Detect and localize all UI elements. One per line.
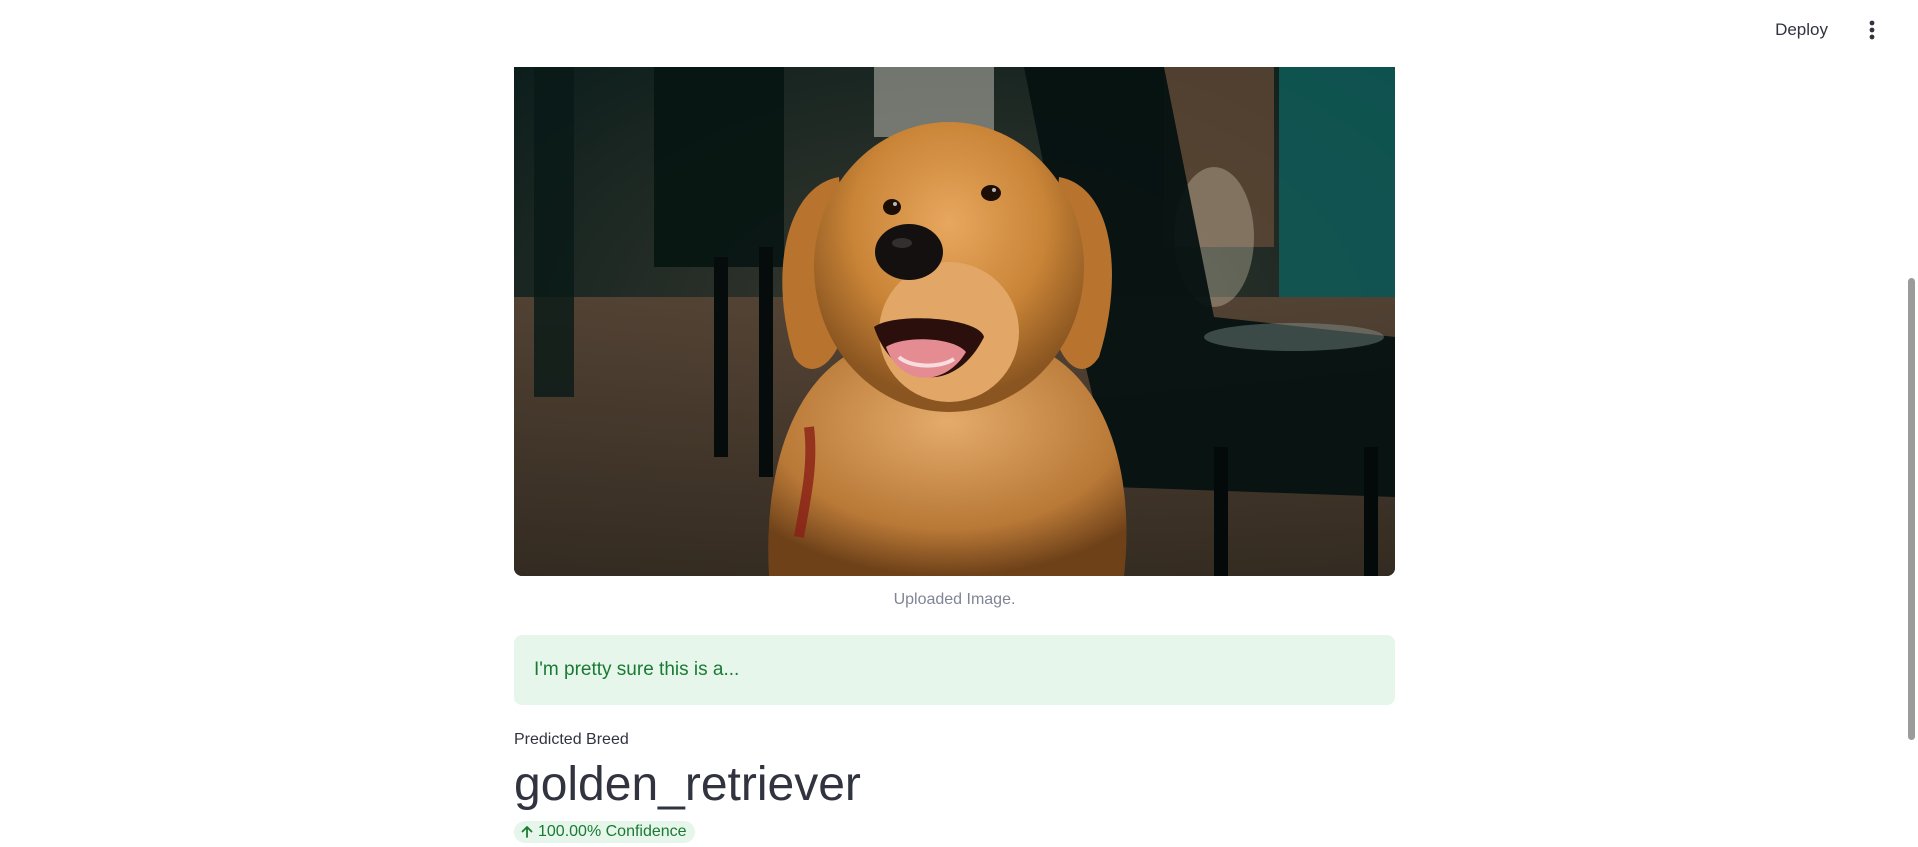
app-root: Deploy Uploaded Image. I'm pretty sure t… <box>0 0 1918 847</box>
metric-value: golden_retriever <box>514 758 861 811</box>
main-menu-button[interactable] <box>1856 14 1888 46</box>
arrow-up-icon <box>521 826 533 838</box>
deploy-button[interactable]: Deploy <box>1763 14 1840 46</box>
metric-label: Predicted Breed <box>514 731 629 748</box>
uploaded-image <box>514 67 1395 576</box>
main-content: Uploaded Image. I'm pretty sure this is … <box>514 67 1395 844</box>
success-message: I'm pretty sure this is a... <box>534 659 740 680</box>
app-header: Deploy <box>0 0 1918 60</box>
dog-photo <box>514 67 1395 576</box>
page-scrollbar[interactable] <box>1904 0 1918 847</box>
metric-delta-text: 100.00% Confidence <box>538 823 687 840</box>
metric-delta: 100.00% Confidence <box>514 821 695 843</box>
scrollbar-thumb[interactable] <box>1908 278 1915 740</box>
success-alert: I'm pretty sure this is a... <box>514 635 1395 705</box>
kebab-menu-icon <box>1869 20 1875 40</box>
image-caption: Uploaded Image. <box>893 591 1016 608</box>
